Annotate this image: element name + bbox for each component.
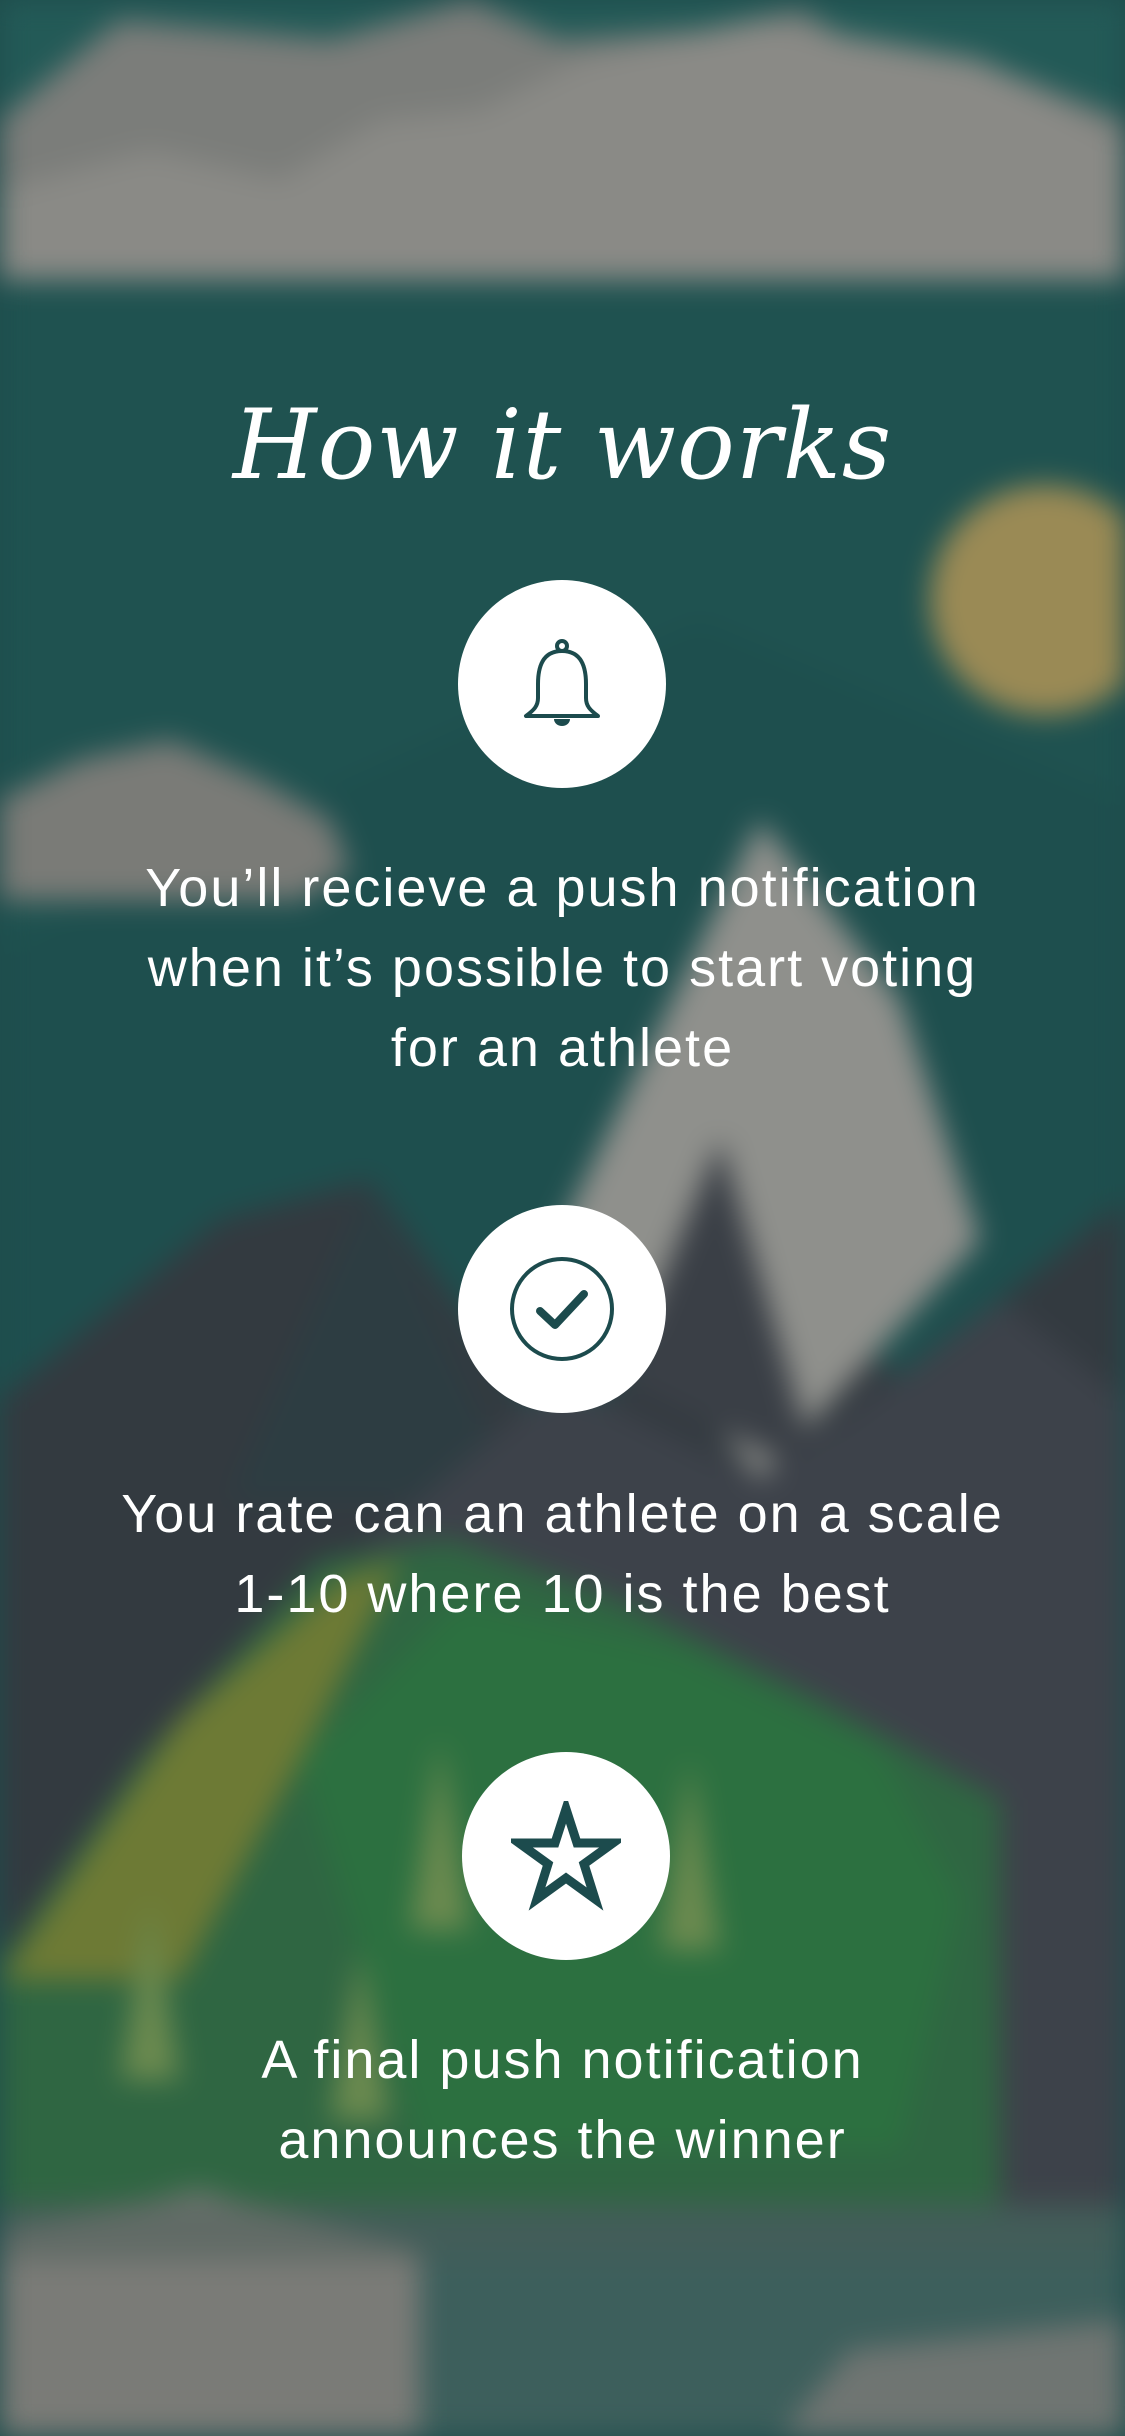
- star-icon-circle: [462, 1752, 670, 1960]
- star-icon: [511, 1801, 621, 1911]
- bell-icon-circle: [458, 580, 666, 788]
- check-circle-icon: [510, 1257, 614, 1361]
- check-icon-circle: [458, 1205, 666, 1413]
- bell-icon: [524, 639, 600, 726]
- step-rating-text: You rate can an athlete on a scale 1-10 …: [121, 1484, 1004, 1624]
- content-overlay: How it works You’ll recieve a push notif…: [0, 0, 1125, 2436]
- page-title: How it works: [232, 389, 893, 501]
- step-winner-text: A final push notification announces the …: [261, 2030, 864, 2170]
- how-it-works-screen: How it works You’ll recieve a push notif…: [0, 0, 1125, 2436]
- step-notification-text: You’ll recieve a push notification when …: [145, 858, 980, 1078]
